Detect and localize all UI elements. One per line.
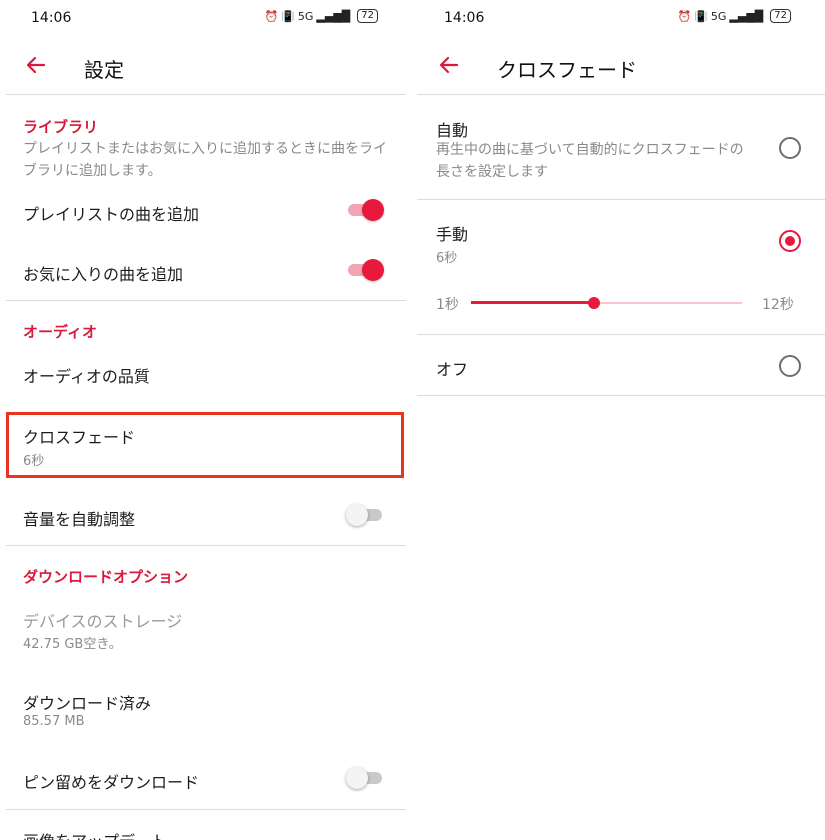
setting-audio-quality[interactable]: オーディオの品質	[23, 363, 150, 387]
network-label: 5G	[710, 9, 727, 23]
divider	[417, 199, 825, 200]
settings-screen: 14:06 ⏰ 📳 5G ▂▄▆█ 72 設定 ライブラリ プレイリストまたはお…	[0, 0, 412, 840]
alarm-icon: ⏰	[677, 9, 692, 23]
page-title: クロスフェード	[497, 58, 637, 82]
crossfade-screen: 14:06 ⏰ 📳 5G ▂▄▆█ 72 クロスフェード 自動 再生中の曲に基づ…	[413, 0, 825, 840]
highlight-box	[6, 412, 404, 478]
option-label: 手動	[436, 225, 469, 244]
auto-volume-toggle[interactable]	[346, 504, 384, 526]
slider-max-label: 12秒	[762, 297, 794, 313]
app-bar: クロスフェード	[413, 38, 825, 94]
storage-value: 42.75 GB空き。	[23, 637, 122, 652]
option-off-radio[interactable]	[779, 355, 801, 377]
vibrate-icon: 📳	[281, 9, 295, 23]
setting-label: 音量を自動調整	[23, 510, 136, 529]
library-description: プレイリストまたはお気に入りに追加するときに曲をライブラリに追加します。	[23, 141, 387, 179]
status-time: 14:06	[444, 10, 485, 26]
section-header-audio: オーディオ	[23, 323, 97, 341]
divider	[6, 545, 406, 546]
battery-icon: 72	[357, 9, 378, 23]
status-time: 14:06	[31, 10, 72, 26]
status-bar: 14:06 ⏰ 📳 5G ▂▄▆█ 72	[413, 0, 825, 36]
option-manual-radio[interactable]	[779, 230, 801, 252]
section-header-download: ダウンロードオプション	[23, 568, 189, 586]
downloaded-value: 85.57 MB	[23, 714, 85, 729]
signal-icon: ▂▄▆█	[729, 9, 764, 23]
back-arrow-icon[interactable]	[437, 53, 461, 77]
section-header-library: ライブラリ	[23, 118, 99, 136]
setting-label: プレイリストの曲を追加	[23, 205, 200, 224]
back-arrow-icon[interactable]	[24, 53, 48, 77]
option-auto-description: 再生中の曲に基づいて自動的にクロスフェードの長さを設定します	[436, 142, 744, 180]
status-bar: 14:06 ⏰ 📳 5G ▂▄▆█ 72	[0, 0, 412, 36]
divider	[6, 809, 406, 810]
download-pins-toggle[interactable]	[346, 767, 384, 789]
divider	[6, 300, 406, 301]
alarm-icon: ⏰	[264, 9, 279, 23]
setting-label: デバイスのストレージ	[23, 612, 183, 631]
setting-update-images[interactable]: 画像をアップデート	[23, 828, 167, 840]
app-bar: 設定	[0, 38, 412, 94]
option-manual-value: 6秒	[436, 251, 458, 266]
status-icons: ⏰ 📳 5G ▂▄▆█ 72	[264, 9, 378, 23]
slider-fill	[471, 301, 595, 304]
crossfade-slider[interactable]	[471, 296, 742, 310]
divider	[417, 334, 825, 335]
option-auto-radio[interactable]	[779, 137, 801, 159]
divider	[417, 94, 825, 95]
signal-icon: ▂▄▆█	[316, 9, 351, 23]
setting-label: ダウンロード済み	[23, 694, 152, 713]
option-label: 自動	[436, 121, 469, 140]
slider-min-label: 1秒	[436, 297, 459, 313]
vibrate-icon: 📳	[694, 9, 708, 23]
slider-thumb[interactable]	[588, 297, 601, 309]
option-label: オフ	[436, 360, 469, 379]
setting-label: お気に入りの曲を追加	[23, 265, 184, 284]
divider	[6, 94, 406, 95]
battery-icon: 72	[770, 9, 791, 23]
setting-label: ピン留めをダウンロード	[23, 773, 200, 792]
add-favorite-songs-toggle[interactable]	[348, 259, 384, 281]
page-title: 設定	[84, 58, 124, 82]
add-playlist-songs-toggle[interactable]	[348, 199, 384, 221]
divider	[417, 395, 825, 396]
status-icons: ⏰ 📳 5G ▂▄▆█ 72	[677, 9, 791, 23]
network-label: 5G	[297, 9, 314, 23]
